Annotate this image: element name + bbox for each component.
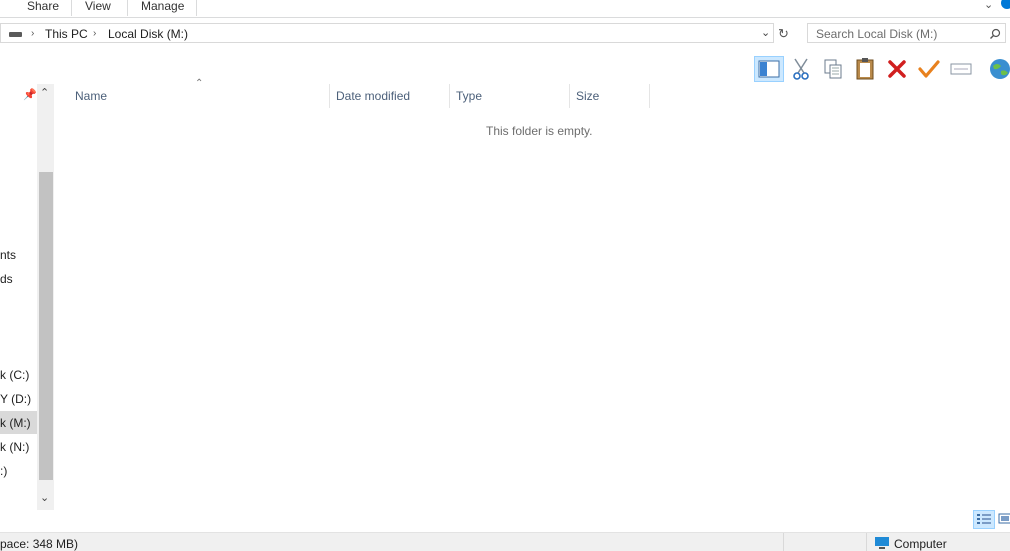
address-bar[interactable]: › This PC › Local Disk (M:) ⌄ xyxy=(0,23,774,43)
large-icons-view-button[interactable] xyxy=(997,510,1010,529)
scissors-icon xyxy=(793,58,809,80)
copy-button[interactable] xyxy=(820,56,846,82)
tab-share[interactable]: Share xyxy=(27,0,59,16)
nav-item-drive-c[interactable]: k (C:) xyxy=(0,368,29,382)
nav-scrollbar-thumb[interactable] xyxy=(39,172,53,480)
nav-item-documents[interactable]: nts xyxy=(0,248,16,262)
rename-button[interactable] xyxy=(948,56,974,82)
checkmark-icon xyxy=(918,60,940,78)
refresh-icon[interactable]: ↻ xyxy=(778,26,789,42)
delete-x-icon xyxy=(888,60,906,78)
clipboard-icon xyxy=(856,58,874,80)
sort-ascending-icon: ⌃ xyxy=(195,78,204,89)
paste-button[interactable] xyxy=(852,56,878,82)
delete-button[interactable] xyxy=(884,56,910,82)
rename-icon xyxy=(950,63,972,75)
computer-icon xyxy=(875,537,889,549)
tab-divider xyxy=(196,0,197,16)
nav-item-drive-other[interactable]: :) xyxy=(0,464,7,478)
column-header-name[interactable]: Name xyxy=(75,84,107,108)
navigation-pane-button[interactable] xyxy=(754,56,784,82)
column-divider[interactable] xyxy=(569,84,570,108)
layout-pane-icon xyxy=(758,60,780,78)
details-view-icon xyxy=(977,514,991,524)
copy-icon xyxy=(824,59,842,79)
ribbon-tabs: Share View Manage ⌄ xyxy=(0,0,1010,18)
search-input[interactable]: Search Local Disk (M:) xyxy=(816,27,937,41)
breadcrumb-this-pc[interactable]: This PC xyxy=(45,27,88,41)
history-dropdown-icon[interactable]: ⌄ xyxy=(761,26,770,39)
cut-button[interactable] xyxy=(788,56,814,82)
globe-button[interactable] xyxy=(986,56,1010,82)
chevron-right-icon[interactable]: › xyxy=(93,28,96,39)
tab-divider xyxy=(71,0,72,16)
large-icons-view-icon xyxy=(998,513,1010,524)
search-icon[interactable] xyxy=(989,28,1001,40)
chevron-right-icon[interactable]: › xyxy=(31,28,34,39)
status-zone: Computer xyxy=(894,537,947,551)
nav-item-drive-m[interactable]: k (M:) xyxy=(0,416,31,430)
help-icon[interactable] xyxy=(1001,0,1010,9)
column-header-type[interactable]: Type xyxy=(456,84,482,108)
drive-icon xyxy=(9,32,22,37)
status-divider xyxy=(783,533,784,551)
nav-item-downloads[interactable]: ds xyxy=(0,272,13,286)
empty-folder-message: This folder is empty. xyxy=(486,124,593,138)
column-header-size[interactable]: Size xyxy=(576,84,599,108)
scroll-down-icon[interactable]: ⌄ xyxy=(40,491,49,504)
search-box[interactable]: Search Local Disk (M:) xyxy=(807,23,1006,43)
nav-item-drive-d[interactable]: Y (D:) xyxy=(0,392,31,406)
column-divider[interactable] xyxy=(649,84,650,108)
status-divider xyxy=(866,533,867,551)
expand-ribbon-icon[interactable]: ⌄ xyxy=(984,0,993,11)
tab-view[interactable]: View xyxy=(85,0,111,16)
properties-check-button[interactable] xyxy=(916,56,942,82)
nav-item-drive-n[interactable]: k (N:) xyxy=(0,440,29,454)
column-header-date-modified[interactable]: Date modified xyxy=(336,84,410,108)
column-divider[interactable] xyxy=(329,84,330,108)
column-divider[interactable] xyxy=(449,84,450,108)
status-free-space: pace: 348 MB) xyxy=(0,537,79,551)
tab-manage[interactable]: Manage xyxy=(141,0,184,16)
globe-icon xyxy=(990,59,1010,79)
status-bar: pace: 348 MB) Computer xyxy=(0,532,1010,551)
scroll-up-icon[interactable]: ⌃ xyxy=(40,86,49,99)
breadcrumb-local-disk[interactable]: Local Disk (M:) xyxy=(108,27,188,41)
pin-icon[interactable]: 📌 xyxy=(23,88,37,101)
tab-divider xyxy=(127,0,128,16)
details-view-button[interactable] xyxy=(973,510,995,529)
